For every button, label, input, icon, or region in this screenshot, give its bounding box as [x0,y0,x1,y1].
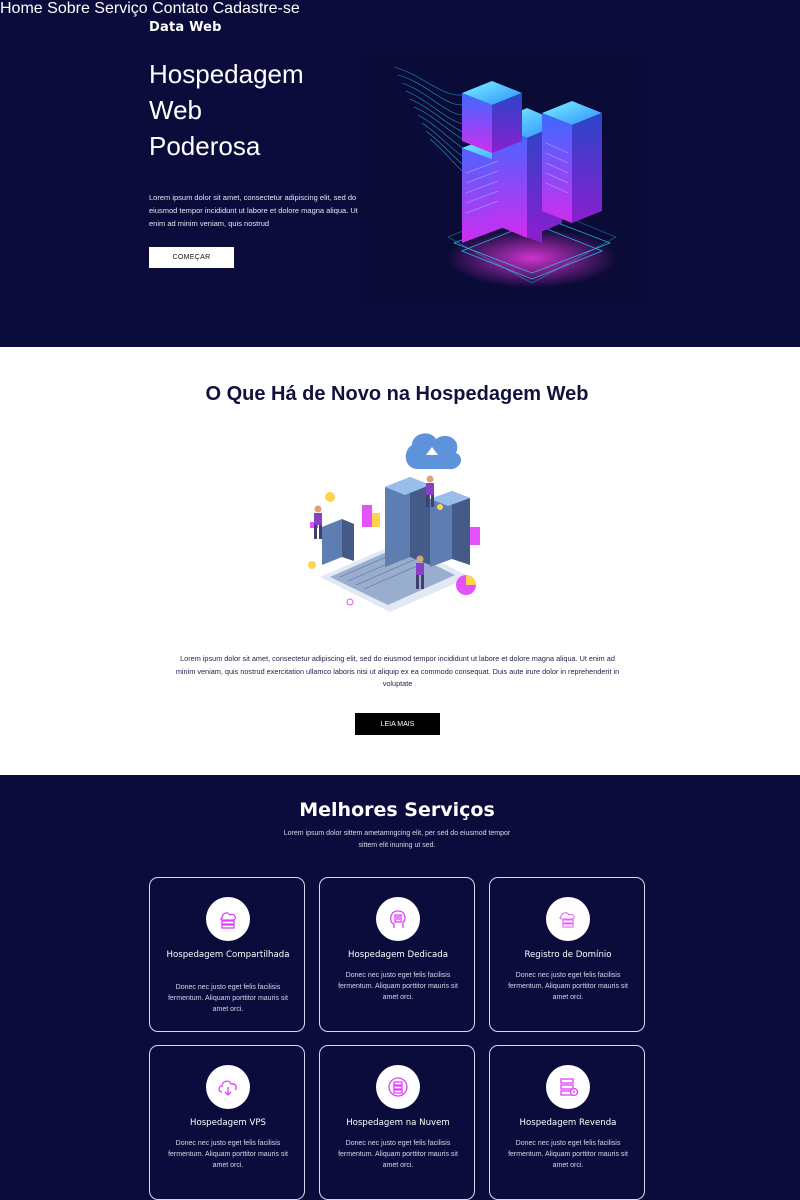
start-button[interactable]: COMEÇAR [149,247,234,268]
service-card-title: Hospedagem Dedicada [348,950,448,960]
main-nav: Home Sobre Serviço Contato Cadastre-se [0,0,800,18]
service-card-title: Hospedagem Revenda [519,1118,617,1128]
service-card-description: Donec nec justo eget felis facilisis fer… [508,1140,628,1169]
service-card[interactable]: Hospedagem Revenda Donec nec justo eget … [489,1045,645,1200]
brand-logo[interactable]: Data Web [149,20,222,35]
domain-registration-icon [546,897,590,941]
news-section: O Que Há de Novo na Hospedagem Web Lorem… [0,347,800,775]
hosting-isometric-illustration [308,433,480,612]
cloud-hosting-icon [376,1065,420,1109]
dedicated-hosting-icon [376,897,420,941]
service-card-description: Donec nec justo eget felis facilisis fer… [508,972,628,1001]
hero-section: Data Web Home Sobre Serviço Contato Cada… [0,0,800,347]
service-card-description: Donec nec justo eget felis facilisis fer… [168,984,288,1013]
read-more-button[interactable]: LEIA MAIS [355,713,440,735]
nav-contato[interactable]: Contato [152,0,208,17]
shared-hosting-icon [206,897,250,941]
service-card[interactable]: Hospedagem na Nuvem Donec nec justo eget… [319,1045,475,1200]
services-title: Melhores Serviços [299,799,495,821]
service-card[interactable]: Hospedagem Dedicada Donec nec justo eget… [319,877,475,1032]
service-card[interactable]: Hospedagem VPS Donec nec justo eget feli… [149,1045,305,1200]
service-card-title: Hospedagem Compartilhada [166,950,290,960]
services-subtitle: Lorem ipsum dolor sittem ametamngcing el… [283,830,511,849]
hero-title-line: Poderosa [149,131,261,161]
service-card[interactable]: Hospedagem Compartilhada Donec nec justo… [149,877,305,1032]
service-card-description: Donec nec justo eget felis facilisis fer… [338,972,458,1001]
nav-cadastre[interactable]: Cadastre-se [213,0,300,17]
hero-title-line: Hospedagem [149,59,304,89]
hero-description: Lorem ipsum dolor sit amet, consectetur … [149,193,358,228]
nav-sobre[interactable]: Sobre [47,0,90,17]
service-card-description: Donec nec justo eget felis facilisis fer… [168,1140,288,1169]
service-card-description: Donec nec justo eget felis facilisis fer… [338,1140,458,1169]
hero-title-line: Web [149,95,202,125]
server-illustration [362,53,646,305]
news-description: Lorem ipsum dolor sit amet, consectetur … [175,654,620,688]
services-section: Melhores Serviços Lorem ipsum dolor sitt… [0,775,800,1200]
nav-home[interactable]: Home [0,0,43,17]
service-card-title: Registro de Domínio [524,950,612,960]
hero-title: Hospedagem Web Poderosa [149,56,349,164]
cloud-vps-icon [206,1065,250,1109]
service-card-title: Hospedagem na Nuvem [346,1118,450,1128]
service-card[interactable]: Registro de Domínio Donec nec justo eget… [489,877,645,1032]
reseller-hosting-icon [546,1065,590,1109]
service-card-title: Hospedagem VPS [189,1118,267,1128]
news-title: O Que Há de Novo na Hospedagem Web [205,383,589,405]
nav-servico[interactable]: Serviço [94,0,147,17]
